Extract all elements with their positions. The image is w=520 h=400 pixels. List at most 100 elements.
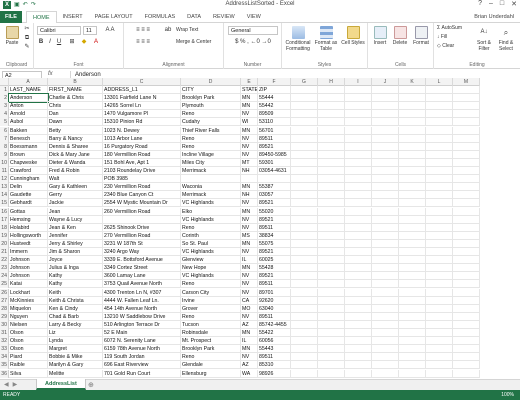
cell[interactable]: Dennis & Sharee bbox=[48, 142, 103, 151]
cell[interactable]: Reno bbox=[181, 110, 241, 119]
cell[interactable] bbox=[318, 183, 345, 192]
cell[interactable]: So St. Paul bbox=[181, 239, 241, 248]
cell[interactable] bbox=[345, 183, 372, 192]
cell[interactable] bbox=[426, 118, 453, 127]
cell[interactable]: IL bbox=[241, 256, 258, 265]
cell[interactable] bbox=[426, 320, 453, 329]
cell[interactable]: Gottas bbox=[9, 207, 48, 216]
column-title-cell[interactable] bbox=[453, 86, 480, 95]
column-header-k[interactable]: K bbox=[399, 78, 426, 86]
conditional-formatting-button[interactable]: Conditional Formatting bbox=[284, 26, 312, 52]
maximize-icon[interactable]: □ bbox=[500, 0, 504, 8]
cell[interactable]: 3339 E. Bottsford Avenue bbox=[103, 256, 181, 265]
row-number[interactable]: 1 bbox=[0, 86, 9, 95]
cell[interactable] bbox=[399, 102, 426, 111]
column-header-j[interactable]: J bbox=[372, 78, 399, 86]
cell[interactable]: NV bbox=[241, 312, 258, 321]
cell[interactable] bbox=[345, 248, 372, 257]
cell[interactable]: CA bbox=[241, 296, 258, 305]
cell[interactable] bbox=[453, 158, 480, 167]
cell[interactable] bbox=[291, 167, 318, 176]
cell[interactable]: 55422 bbox=[258, 329, 291, 338]
cell[interactable] bbox=[291, 312, 318, 321]
cell[interactable] bbox=[399, 256, 426, 265]
cell[interactable]: MO bbox=[241, 304, 258, 313]
cell[interactable]: 151 Bohl Ave, Apt 1 bbox=[103, 158, 181, 167]
row-number[interactable]: 11 bbox=[0, 167, 9, 176]
row-number[interactable]: 12 bbox=[0, 175, 9, 184]
cell[interactable] bbox=[372, 320, 399, 329]
cell[interactable] bbox=[372, 223, 399, 232]
orientation-icon[interactable]: ab bbox=[164, 27, 172, 33]
cell[interactable] bbox=[291, 191, 318, 200]
cell[interactable] bbox=[291, 280, 318, 289]
cell[interactable]: Jerry & Shirley bbox=[48, 239, 103, 248]
cell[interactable]: 55444 bbox=[258, 94, 291, 103]
cell[interactable]: Ken & Cindy bbox=[48, 304, 103, 313]
tab-page-layout[interactable]: PAGE LAYOUT bbox=[89, 11, 139, 23]
cell[interactable] bbox=[345, 150, 372, 159]
cell[interactable] bbox=[372, 167, 399, 176]
cell[interactable] bbox=[291, 102, 318, 111]
cell[interactable] bbox=[345, 264, 372, 273]
column-title-cell[interactable]: STATE bbox=[241, 86, 258, 95]
cell[interactable] bbox=[399, 320, 426, 329]
cell[interactable] bbox=[318, 239, 345, 248]
cell[interactable] bbox=[426, 150, 453, 159]
minimize-icon[interactable]: – bbox=[489, 0, 493, 8]
row-number[interactable]: 21 bbox=[0, 248, 9, 257]
row-number[interactable]: 31 bbox=[0, 329, 9, 338]
cell[interactable] bbox=[372, 215, 399, 224]
cell[interactable]: 16 Purgatory Road bbox=[103, 142, 181, 151]
cell[interactable]: NH bbox=[241, 167, 258, 176]
cell[interactable]: 55020 bbox=[258, 207, 291, 216]
cell[interactable]: 89511 bbox=[258, 134, 291, 143]
cell[interactable]: Glendale bbox=[181, 361, 241, 370]
cell[interactable] bbox=[453, 296, 480, 305]
cell[interactable] bbox=[372, 158, 399, 167]
cell[interactable] bbox=[426, 361, 453, 370]
sheet-tab-addresslist[interactable]: AddressList bbox=[36, 379, 86, 390]
cell[interactable] bbox=[345, 207, 372, 216]
cell[interactable] bbox=[318, 110, 345, 119]
tab-data[interactable]: DATA bbox=[181, 11, 207, 23]
cell[interactable]: Barry & Nancy bbox=[48, 134, 103, 143]
cell[interactable]: 270 Vermillion Road bbox=[103, 231, 181, 240]
cell[interactable]: MN bbox=[241, 94, 258, 103]
cell[interactable] bbox=[345, 337, 372, 346]
cell[interactable] bbox=[291, 304, 318, 313]
cell[interactable]: 89511 bbox=[258, 312, 291, 321]
cell[interactable] bbox=[291, 207, 318, 216]
cell[interactable] bbox=[399, 369, 426, 378]
next-sheet-icon[interactable]: ▶ bbox=[13, 381, 18, 388]
cell[interactable] bbox=[453, 312, 480, 321]
cell[interactable]: Elko bbox=[181, 207, 241, 216]
cell[interactable]: Reno bbox=[181, 280, 241, 289]
column-title-cell[interactable]: ADDRESS_L1 bbox=[103, 86, 181, 95]
cell[interactable] bbox=[372, 296, 399, 305]
cell[interactable] bbox=[399, 248, 426, 257]
cell[interactable]: Gaudette bbox=[9, 191, 48, 200]
cell[interactable] bbox=[453, 272, 480, 281]
select-all-corner[interactable] bbox=[0, 78, 9, 86]
cell[interactable] bbox=[291, 361, 318, 370]
cell[interactable] bbox=[291, 134, 318, 143]
cell[interactable]: 1470 Vulgamore Pl bbox=[103, 110, 181, 119]
fill-button[interactable]: ↓ Fill bbox=[437, 34, 473, 40]
tab-insert[interactable]: INSERT bbox=[57, 11, 89, 23]
cell[interactable]: Gebhardt bbox=[9, 199, 48, 208]
cell[interactable]: Raible bbox=[9, 361, 48, 370]
cell[interactable] bbox=[453, 256, 480, 265]
cell[interactable] bbox=[318, 361, 345, 370]
cell[interactable]: 1023 N. Dewey bbox=[103, 126, 181, 135]
column-header-m[interactable]: M bbox=[453, 78, 480, 86]
cell[interactable]: 60025 bbox=[258, 256, 291, 265]
cell[interactable] bbox=[453, 207, 480, 216]
cell[interactable] bbox=[426, 94, 453, 103]
cell[interactable]: Margret bbox=[48, 345, 103, 354]
cell[interactable] bbox=[426, 296, 453, 305]
cell[interactable] bbox=[318, 134, 345, 143]
wrap-text-button[interactable]: Wrap Text bbox=[176, 27, 222, 33]
format-cells-button[interactable]: Format bbox=[411, 26, 431, 46]
cell[interactable]: Katai bbox=[9, 280, 48, 289]
